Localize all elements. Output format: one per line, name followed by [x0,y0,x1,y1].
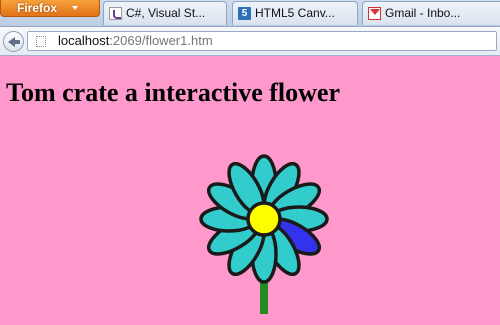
browser-window: Firefox C#, Visual St... 5 HTML5 Canv...… [0,0,500,325]
back-button[interactable] [3,31,24,52]
tab-label: C#, Visual St... [126,6,206,20]
url-host: localhost [58,33,110,48]
navigation-bar: localhost:2069/flower1.htm [0,27,500,56]
page-icon [36,36,46,47]
firefox-menu-label: Firefox [17,1,58,15]
firefox-menu-button[interactable]: Firefox [0,0,100,17]
flower-center[interactable] [246,201,282,237]
page-content: Tom crate a interactive flower [0,56,500,325]
tab-csharp-visual-studio[interactable]: C#, Visual St... [103,1,227,25]
chevron-down-icon [72,6,78,10]
tab-label: HTML5 Canv... [255,6,335,20]
url-path: :2069/flower1.htm [109,33,213,48]
url-text: localhost:2069/flower1.htm [58,32,213,50]
html5-icon: 5 [238,7,251,20]
tab-gmail-inbox[interactable]: Gmail - Inbo... [362,1,500,25]
tab-html5-canvas[interactable]: 5 HTML5 Canv... [232,1,358,25]
page-title: Tom crate a interactive flower [6,78,341,107]
address-bar[interactable]: localhost:2069/flower1.htm [27,31,497,51]
tab-label: Gmail - Inbo... [385,6,461,20]
visual-studio-icon [109,7,122,20]
tab-strip: Firefox C#, Visual St... 5 HTML5 Canv...… [0,0,500,27]
gmail-icon [368,7,381,20]
